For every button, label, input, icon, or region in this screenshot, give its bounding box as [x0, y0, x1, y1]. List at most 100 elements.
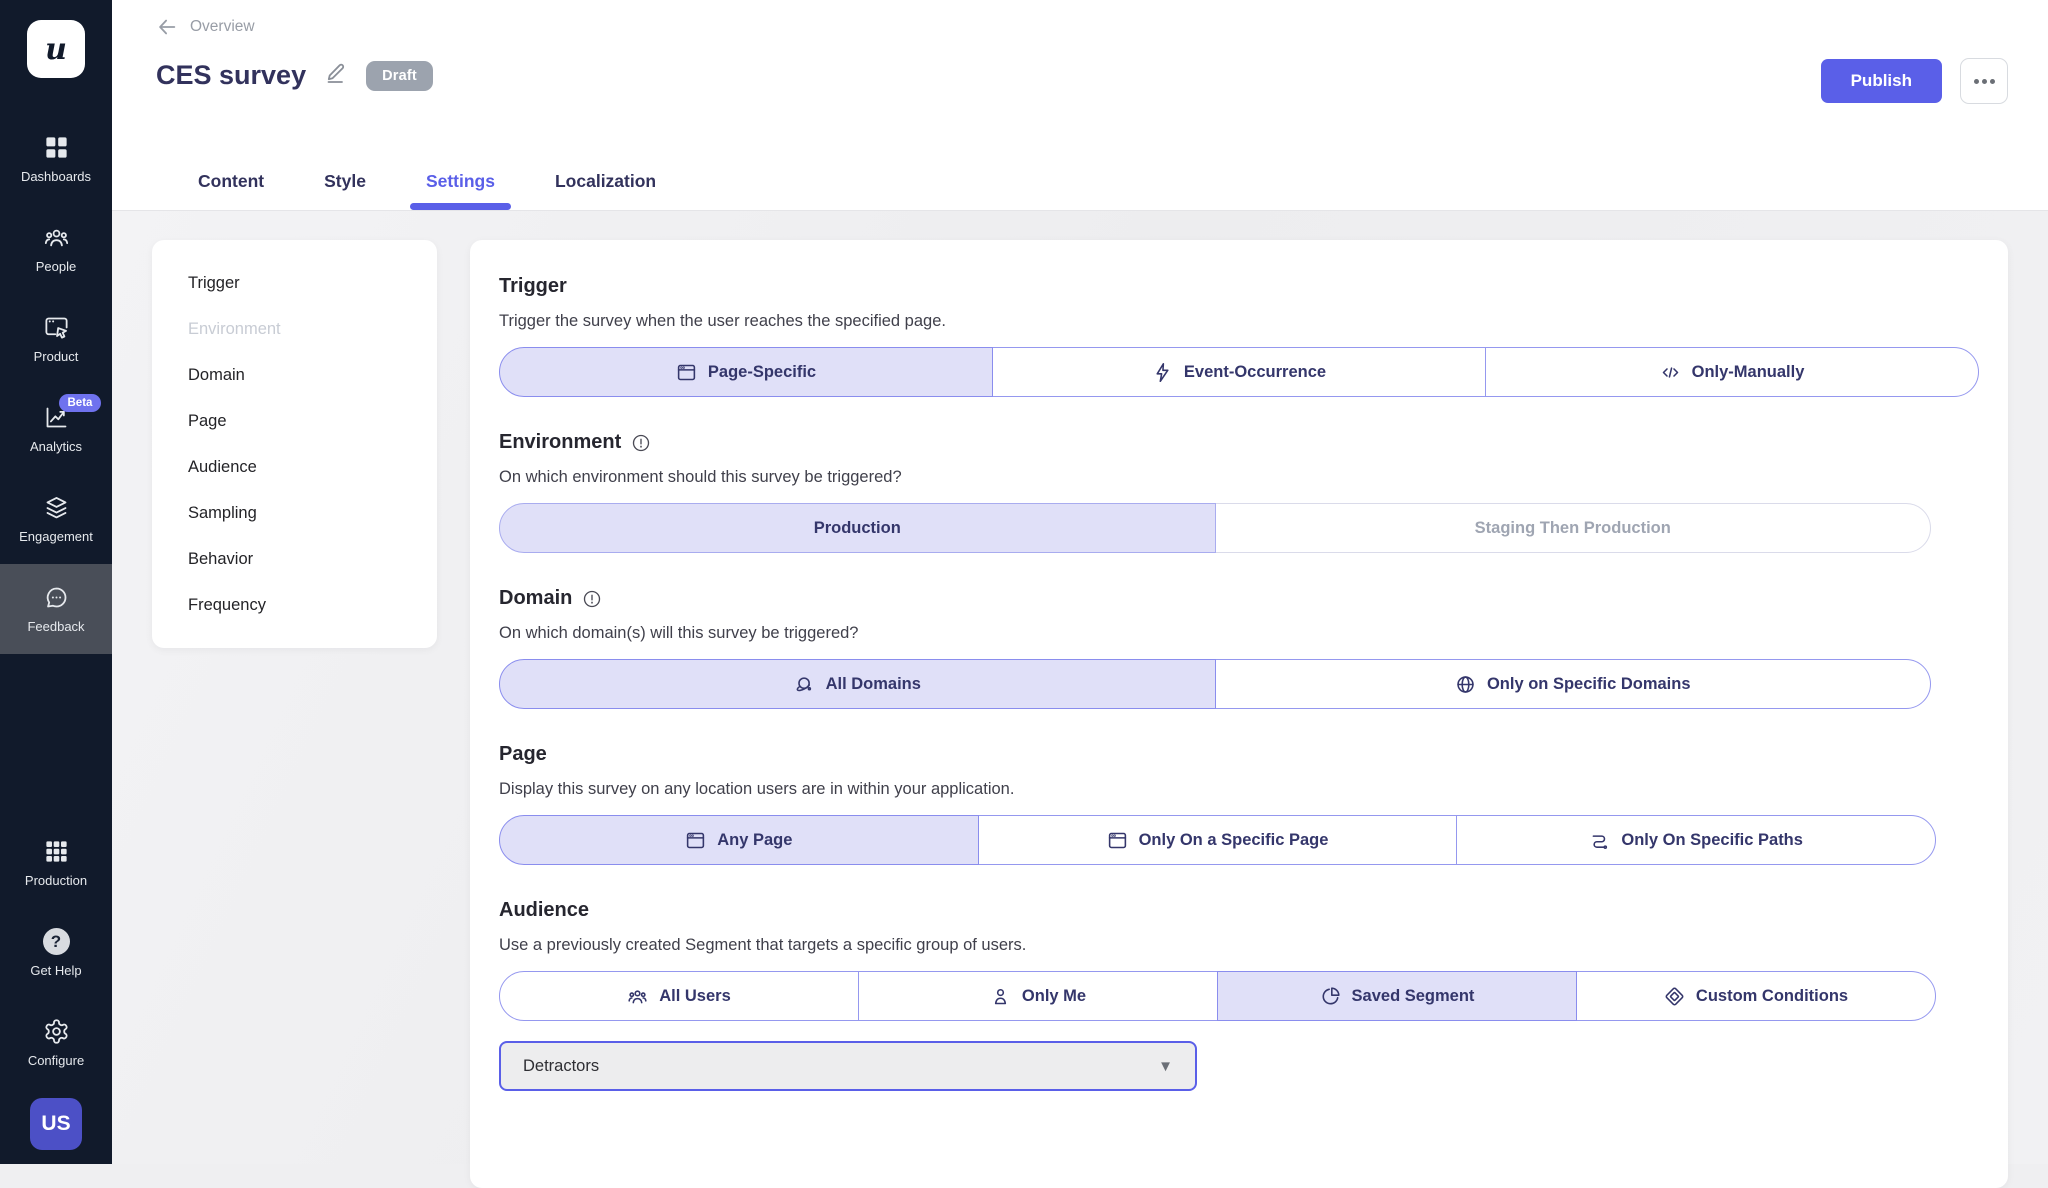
domain-section-title: Domain	[499, 587, 1979, 610]
dashboards-icon	[43, 134, 70, 161]
settings-nav-trigger[interactable]: Trigger	[152, 260, 437, 306]
page-option-only-specific-page[interactable]: Only On a Specific Page	[978, 815, 1458, 865]
domain-section-description: On which domain(s) will this survey be t…	[499, 624, 1979, 643]
settings-nav-frequency[interactable]: Frequency	[152, 582, 437, 628]
settings-nav-card: Trigger Environment Domain Page Audience…	[152, 240, 437, 648]
settings-page: Trigger Environment Domain Page Audience…	[112, 211, 2048, 1164]
page-title: CES survey	[156, 60, 306, 91]
audience-option-custom-conditions[interactable]: Custom Conditions	[1576, 971, 1936, 1021]
audience-option-all-users[interactable]: All Users	[499, 971, 859, 1021]
tab-bar: Content Style Settings Localization	[168, 152, 686, 210]
path-icon	[1589, 830, 1610, 851]
environment-section-description: On which environment should this survey …	[499, 468, 1979, 487]
page-header: Overview CES survey Draft Publish Conten…	[112, 0, 2048, 211]
environment-option-production[interactable]: Production	[499, 503, 1216, 553]
back-arrow-icon	[156, 16, 178, 38]
sidebar-item-label: Feedback	[27, 619, 84, 634]
user-avatar[interactable]: US	[30, 1098, 82, 1150]
sidebar-item-label: Get Help	[30, 963, 81, 978]
audience-options: All Users Only Me Saved Segment Custom C…	[499, 971, 1936, 1021]
sidebar-item-product[interactable]: Product	[0, 294, 112, 384]
settings-main-card: Trigger Trigger the survey when the user…	[470, 240, 2008, 1188]
trigger-option-page-specific[interactable]: Page-Specific	[499, 347, 993, 397]
pencil-icon	[324, 61, 348, 85]
analytics-icon: Beta	[43, 404, 70, 431]
page-section-description: Display this survey on any location user…	[499, 780, 1979, 799]
environment-section-title: Environment	[499, 431, 1979, 454]
trigger-option-event-occurrence[interactable]: Event-Occurrence	[992, 347, 1486, 397]
sidebar-item-label: Product	[34, 349, 79, 364]
pie-chart-icon	[1320, 986, 1341, 1007]
sidebar-item-label: Dashboards	[21, 169, 91, 184]
browser-window-icon	[676, 362, 697, 383]
app-sidebar: u Dashboards People Product Beta Anal	[0, 0, 112, 1164]
title-row: CES survey Draft	[156, 60, 433, 91]
app-logo[interactable]: u	[27, 20, 85, 78]
audience-section-description: Use a previously created Segment that ta…	[499, 936, 1979, 955]
trigger-option-only-manually[interactable]: Only-Manually	[1485, 347, 1979, 397]
feedback-icon	[43, 584, 70, 611]
sidebar-item-people[interactable]: People	[0, 204, 112, 294]
users-icon	[627, 986, 648, 1007]
globe-icon	[1455, 674, 1476, 695]
page-option-only-specific-paths[interactable]: Only On Specific Paths	[1456, 815, 1936, 865]
page-options: Any Page Only On a Specific Page Only On…	[499, 815, 1936, 865]
info-icon[interactable]	[631, 433, 651, 453]
segment-dropdown-value: Detractors	[523, 1057, 599, 1076]
settings-nav-audience[interactable]: Audience	[152, 444, 437, 490]
tab-settings[interactable]: Settings	[396, 152, 525, 210]
trigger-options: Page-Specific Event-Occurrence Only-Manu…	[499, 347, 1979, 397]
domain-option-only-specific-domains[interactable]: Only on Specific Domains	[1215, 659, 1932, 709]
tab-style[interactable]: Style	[294, 152, 396, 210]
sidebar-item-label: People	[36, 259, 76, 274]
sidebar-item-engagement[interactable]: Engagement	[0, 474, 112, 564]
settings-nav-behavior[interactable]: Behavior	[152, 536, 437, 582]
page-option-any-page[interactable]: Any Page	[499, 815, 979, 865]
publish-button[interactable]: Publish	[1821, 59, 1942, 103]
back-label: Overview	[190, 18, 255, 36]
chevron-down-icon: ▼	[1158, 1058, 1173, 1075]
sidebar-item-production[interactable]: Production	[0, 818, 112, 908]
audience-option-only-me[interactable]: Only Me	[858, 971, 1218, 1021]
audience-option-saved-segment[interactable]: Saved Segment	[1217, 971, 1577, 1021]
domain-option-all-domains[interactable]: All Domains	[499, 659, 1216, 709]
apps-grid-icon	[43, 838, 70, 865]
lightning-icon	[1152, 362, 1173, 383]
sidebar-item-analytics[interactable]: Beta Analytics	[0, 384, 112, 474]
product-icon	[43, 314, 70, 341]
info-icon[interactable]	[582, 589, 602, 609]
trigger-section-title: Trigger	[499, 275, 1979, 298]
sidebar-bottom: Production ? Get Help Configure US	[0, 818, 112, 1164]
segment-dropdown[interactable]: Detractors ▼	[499, 1041, 1197, 1091]
tab-content[interactable]: Content	[168, 152, 294, 210]
settings-nav-page[interactable]: Page	[152, 398, 437, 444]
sidebar-item-feedback[interactable]: Feedback	[0, 564, 112, 654]
status-badge: Draft	[366, 61, 433, 91]
domain-icon	[794, 674, 815, 695]
engagement-icon	[43, 494, 70, 521]
environment-option-staging-then-production[interactable]: Staging Then Production	[1215, 503, 1932, 553]
environment-options: Production Staging Then Production	[499, 503, 1931, 553]
settings-nav-domain[interactable]: Domain	[152, 352, 437, 398]
domain-options: All Domains Only on Specific Domains	[499, 659, 1931, 709]
diamond-icon	[1664, 986, 1685, 1007]
sidebar-item-get-help[interactable]: ? Get Help	[0, 908, 112, 998]
code-icon	[1660, 362, 1681, 383]
back-link[interactable]: Overview	[156, 16, 255, 38]
ellipsis-icon	[1974, 79, 1979, 84]
sidebar-item-dashboards[interactable]: Dashboards	[0, 114, 112, 204]
beta-badge: Beta	[59, 394, 102, 412]
trigger-section-description: Trigger the survey when the user reaches…	[499, 312, 1979, 331]
more-options-button[interactable]	[1960, 58, 2008, 104]
settings-nav-sampling[interactable]: Sampling	[152, 490, 437, 536]
sidebar-nav: Dashboards People Product Beta Analytics	[0, 114, 112, 654]
browser-window-icon	[1107, 830, 1128, 851]
edit-title-button[interactable]	[324, 61, 348, 90]
gear-icon	[43, 1018, 70, 1045]
sidebar-item-configure[interactable]: Configure	[0, 998, 112, 1088]
sidebar-item-label: Configure	[28, 1053, 84, 1068]
sidebar-item-label: Engagement	[19, 529, 93, 544]
tab-localization[interactable]: Localization	[525, 152, 686, 210]
browser-window-icon	[685, 830, 706, 851]
settings-nav-environment[interactable]: Environment	[152, 306, 437, 352]
